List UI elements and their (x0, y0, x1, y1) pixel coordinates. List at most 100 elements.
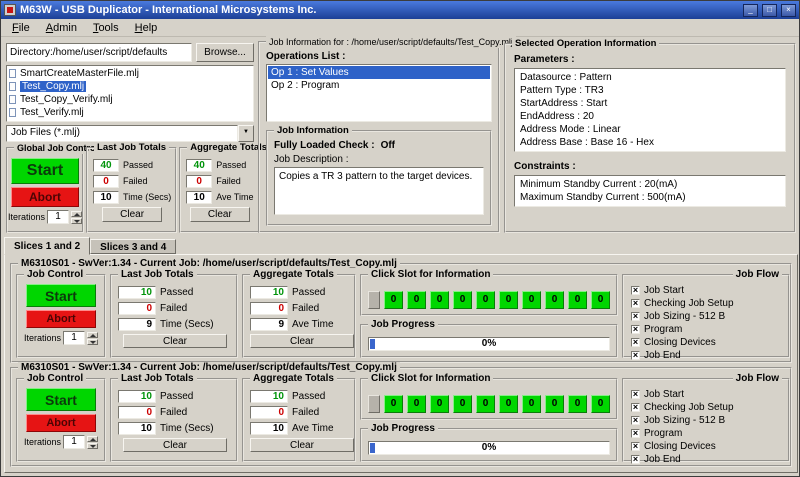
abort-button[interactable]: Abort (26, 310, 96, 328)
checkbox-checked-icon[interactable]: × (631, 325, 640, 334)
window-title: M63W - USB Duplicator - International Mi… (20, 4, 739, 16)
checkbox-checked-icon[interactable]: × (631, 429, 640, 438)
slot-button[interactable]: 0 (499, 395, 518, 413)
time-count: 9 (118, 318, 156, 331)
clear-button[interactable]: Clear (250, 334, 354, 348)
tab-slices-3-4[interactable]: Slices 3 and 4 (90, 239, 176, 254)
start-button[interactable]: Start (26, 284, 96, 307)
titlebar[interactable]: M63W - USB Duplicator - International Mi… (1, 1, 799, 19)
slot-button[interactable]: 0 (407, 395, 426, 413)
global-start-button[interactable]: Start (11, 158, 79, 184)
slot-button[interactable]: 0 (430, 291, 449, 309)
global-abort-button[interactable]: Abort (11, 187, 79, 207)
spin-up-icon[interactable] (87, 436, 98, 442)
tab-slices-1-2[interactable]: Slices 1 and 2 (4, 237, 90, 255)
slot-button[interactable]: 0 (545, 291, 564, 309)
group-title: Last Job Totals (118, 269, 197, 281)
checkbox-checked-icon[interactable]: × (631, 390, 640, 399)
checkbox-checked-icon[interactable]: × (631, 312, 640, 321)
menu-help[interactable]: Help (127, 20, 166, 36)
checkbox-checked-icon[interactable]: × (631, 442, 640, 451)
directory-input[interactable]: Directory:/home/user/script/defaults (6, 43, 192, 62)
checkbox-checked-icon[interactable]: × (631, 299, 640, 308)
clear-button[interactable]: Clear (123, 438, 227, 452)
passed-label: Passed (160, 287, 193, 298)
clear-button[interactable]: Clear (123, 334, 227, 348)
clear-button[interactable]: Clear (250, 438, 354, 452)
file-list-item[interactable]: Test_Copy_Verify.mlj (9, 93, 251, 106)
spin-down-icon[interactable] (87, 339, 98, 345)
slot-button[interactable]: 0 (499, 291, 518, 309)
checkbox-checked-icon[interactable]: × (631, 455, 640, 464)
avetime-label: Ave Time (216, 192, 253, 202)
failed-count: 0 (250, 302, 288, 315)
progress-bar: 0% (368, 337, 610, 351)
checkbox-checked-icon[interactable]: × (631, 416, 640, 425)
slice-2-panel: M6310S01 - SwVer:1.34 - Current Job: /ho… (10, 367, 792, 467)
file-list-item[interactable]: SmartCreateMasterFile.mlj (9, 67, 251, 80)
failed-count: 0 (250, 406, 288, 419)
menu-file[interactable]: File (4, 20, 38, 36)
file-list-item-selected[interactable]: Test_Copy.mlj (9, 80, 251, 93)
slice-tabs: Slices 1 and 2 Slices 3 and 4 (4, 237, 176, 255)
slot-button[interactable]: 0 (591, 291, 610, 309)
file-list-item[interactable]: Test_Verify.mlj (9, 106, 251, 119)
failed-count: 0 (118, 302, 156, 315)
slot-button[interactable]: 0 (476, 291, 495, 309)
file-filter-combo[interactable]: Job Files (*.mlj) ▼ (6, 125, 254, 142)
checkbox-checked-icon[interactable]: × (631, 338, 640, 347)
menu-admin[interactable]: Admin (38, 20, 85, 36)
close-icon[interactable]: × (781, 4, 796, 17)
slot-button[interactable]: 0 (430, 395, 449, 413)
slot-button[interactable]: 0 (591, 395, 610, 413)
menu-tools[interactable]: Tools (85, 20, 127, 36)
slot-master-indicator (368, 291, 380, 309)
spin-up-icon[interactable] (71, 211, 82, 217)
slot-button[interactable]: 0 (568, 291, 587, 309)
passed-label: Passed (123, 160, 153, 170)
chevron-down-icon[interactable]: ▼ (238, 125, 254, 142)
slot-button[interactable]: 0 (384, 395, 403, 413)
operation-item[interactable]: Op 2 : Program (268, 79, 490, 92)
checkbox-checked-icon[interactable]: × (631, 286, 640, 295)
iterations-stepper[interactable]: 1 (63, 435, 85, 449)
file-icon (9, 95, 16, 104)
aggregate-totals-group: Aggregate Totals 10Passed 0Failed 9Ave T… (242, 274, 356, 358)
slot-button[interactable]: 0 (522, 395, 541, 413)
spin-up-icon[interactable] (87, 332, 98, 338)
spin-down-icon[interactable] (71, 218, 82, 224)
iterations-stepper[interactable]: 1 (47, 210, 69, 224)
slot-button[interactable]: 0 (476, 395, 495, 413)
operation-item-selected[interactable]: Op 1 : Set Values (268, 66, 490, 79)
checkbox-checked-icon[interactable]: × (631, 351, 640, 360)
avetime-label: Ave Time (292, 319, 334, 330)
failed-label: Failed (160, 407, 187, 418)
start-button[interactable]: Start (26, 388, 96, 411)
slot-button[interactable]: 0 (545, 395, 564, 413)
slot-button[interactable]: 0 (568, 395, 587, 413)
clear-button[interactable]: Clear (190, 207, 250, 222)
slot-button[interactable]: 0 (453, 291, 472, 309)
clear-button[interactable]: Clear (102, 207, 162, 222)
slot-button[interactable]: 0 (522, 291, 541, 309)
slice-1-panel: M6310S01 - SwVer:1.34 - Current Job: /ho… (10, 263, 792, 363)
file-filter-value[interactable]: Job Files (*.mlj) (6, 125, 238, 142)
group-title: Last Job Totals (118, 373, 197, 385)
app-window: M63W - USB Duplicator - International Mi… (0, 0, 800, 477)
slot-button[interactable]: 0 (384, 291, 403, 309)
job-progress-group: Job Progress 0% (360, 324, 618, 358)
slot-button[interactable]: 0 (453, 395, 472, 413)
time-label: Time (Secs) (160, 423, 214, 434)
iterations-stepper[interactable]: 1 (63, 331, 85, 345)
maximize-icon[interactable]: □ (762, 4, 777, 17)
file-list: SmartCreateMasterFile.mlj Test_Copy.mlj … (6, 65, 254, 122)
minimize-icon[interactable]: _ (743, 4, 758, 17)
slot-button[interactable]: 0 (407, 291, 426, 309)
operations-list-label: Operations List : (266, 51, 492, 62)
checkbox-checked-icon[interactable]: × (631, 403, 640, 412)
spin-down-icon[interactable] (87, 443, 98, 449)
failed-label: Failed (292, 303, 319, 314)
group-title: Job Information (274, 125, 352, 137)
abort-button[interactable]: Abort (26, 414, 96, 432)
browse-button[interactable]: Browse... (196, 43, 254, 62)
